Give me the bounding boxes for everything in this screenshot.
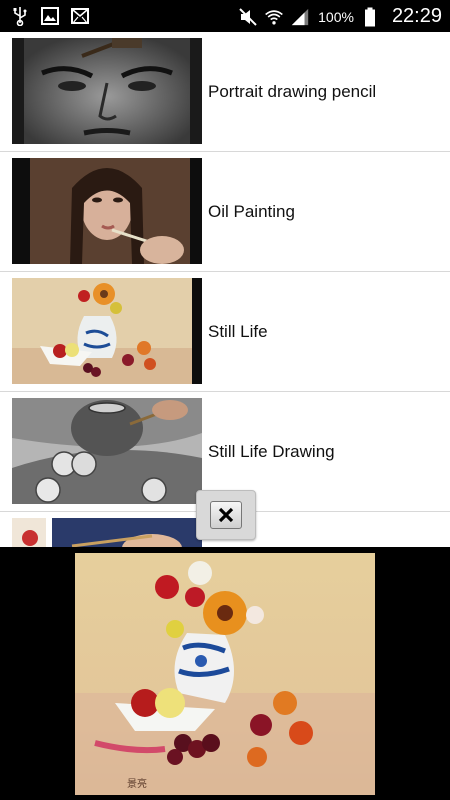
battery-icon [360, 7, 380, 27]
clock: 22:29 [391, 5, 442, 27]
status-bar: 100% 22:29 [0, 0, 450, 32]
video-list[interactable]: Portrait drawing pencil Oil Painting Sti… [0, 32, 450, 547]
notification-icons [10, 6, 90, 26]
close-icon[interactable] [210, 501, 242, 529]
video-thumbnail[interactable] [12, 38, 202, 144]
mail-icon [70, 6, 90, 26]
image-icon [40, 6, 60, 26]
ad-close-button[interactable] [196, 490, 256, 540]
mute-icon [238, 7, 258, 27]
usb-icon [10, 6, 30, 26]
video-thumbnail[interactable] [12, 278, 202, 384]
system-icons: 100% 22:29 [238, 5, 442, 28]
list-item[interactable]: Still Life [0, 272, 450, 392]
battery-percent: 100% [318, 8, 354, 25]
ad-image[interactable]: 景亮 [75, 553, 375, 795]
video-title[interactable]: Portrait drawing pencil [208, 32, 376, 151]
ad-banner[interactable]: 景亮 [0, 547, 450, 800]
video-thumbnail[interactable] [12, 398, 202, 504]
signal-icon [290, 7, 310, 27]
list-item[interactable]: Portrait drawing pencil [0, 32, 450, 152]
wifi-icon [264, 7, 284, 27]
artist-signature: 景亮 [127, 777, 147, 790]
list-item[interactable]: Oil Painting [0, 152, 450, 272]
video-thumbnail[interactable] [12, 158, 202, 264]
video-thumbnail[interactable] [12, 518, 202, 547]
video-title[interactable]: Still Life [208, 272, 268, 391]
video-title[interactable]: Oil Painting [208, 152, 295, 271]
